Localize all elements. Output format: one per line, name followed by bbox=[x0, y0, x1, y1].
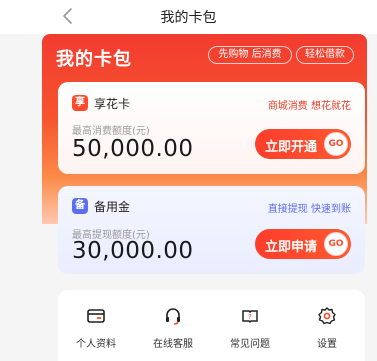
open-now-label: 立即开通 bbox=[265, 140, 318, 155]
limit-label: 最高消费额度(元) bbox=[72, 126, 150, 137]
limit-amount: 30,000.00 bbox=[72, 238, 194, 264]
reserve-fund-icon: 备 bbox=[72, 198, 88, 214]
card-wallet-page: 我的卡包 我的卡包 先购物 后消费 轻松借款 享 享花卡 商城消费 想花就花 最… bbox=[0, 0, 377, 361]
shop-first-tag[interactable]: 先购物 后消费 bbox=[208, 46, 292, 64]
apply-now-label: 立即申请 bbox=[265, 240, 318, 255]
function-menu: 个人资料 在线客服 ? 常见问题 设置 bbox=[58, 290, 365, 361]
go-icon: GO bbox=[324, 132, 348, 156]
svg-text:?: ? bbox=[248, 313, 252, 321]
xianghua-card-icon: 享 bbox=[72, 95, 88, 111]
menu-item-online-service[interactable]: 在线客服 bbox=[135, 302, 211, 358]
menu-item-profile[interactable]: 个人资料 bbox=[58, 302, 134, 358]
reserve-fund-card[interactable]: 备 备用金 直接提现 快速到账 最高提现额度(元) 30,000.00 立即申请… bbox=[58, 186, 365, 274]
limit-amount: 50,000.00 bbox=[72, 136, 194, 162]
id-card-icon bbox=[87, 309, 105, 323]
hero-title: 我的卡包 bbox=[56, 49, 132, 70]
card-name: 备用金 bbox=[94, 200, 131, 214]
book-question-icon: ? bbox=[242, 310, 258, 324]
gear-icon bbox=[318, 307, 336, 325]
card-name: 享花卡 bbox=[94, 97, 131, 111]
menu-item-settings[interactable]: 设置 bbox=[289, 302, 365, 358]
open-now-button[interactable]: 立即开通 GO bbox=[255, 129, 351, 159]
menu-item-faq[interactable]: ? 常见问题 bbox=[212, 302, 288, 358]
top-nav-bar: 我的卡包 bbox=[0, 0, 377, 34]
menu-item-label: 个人资料 bbox=[76, 339, 116, 350]
card-tagline: 直接提现 快速到账 bbox=[267, 204, 351, 215]
menu-item-label: 设置 bbox=[317, 339, 337, 350]
page-title: 我的卡包 bbox=[160, 10, 217, 26]
headset-icon bbox=[166, 308, 180, 325]
apply-now-button[interactable]: 立即申请 GO bbox=[255, 229, 351, 259]
easy-loan-tag[interactable]: 轻松借款 bbox=[296, 46, 354, 64]
menu-item-label: 常见问题 bbox=[230, 339, 270, 350]
xianghua-card[interactable]: 享 享花卡 商城消费 想花就花 最高消费额度(元) 50,000.00 立即开通… bbox=[58, 82, 365, 174]
go-icon: GO bbox=[324, 232, 348, 256]
card-tagline: 商城消费 想花就花 bbox=[267, 101, 351, 112]
menu-item-label: 在线客服 bbox=[153, 339, 193, 350]
